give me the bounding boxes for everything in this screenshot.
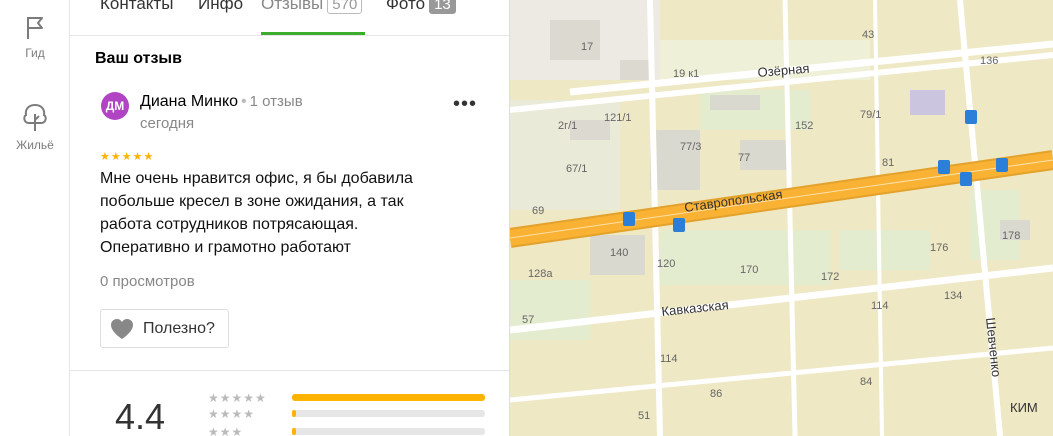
map[interactable]: Ставропольская Озёрная Кавказская Шевчен… — [510, 0, 1053, 436]
house-number: 69 — [532, 205, 544, 217]
rail-label-guide: Гид — [25, 46, 45, 60]
useful-label: Полезно? — [143, 319, 215, 337]
tab-photo-label: Фото — [386, 0, 426, 13]
rating-row-stars: ★★★★ — [208, 407, 256, 421]
house-number: 77/3 — [680, 141, 701, 153]
house-number: 81 — [882, 157, 894, 169]
review-date: сегодня — [140, 115, 195, 132]
author-name[interactable]: Диана Минко — [140, 93, 238, 110]
useful-button[interactable]: Полезно? — [100, 309, 229, 348]
rating-bar-fill — [292, 410, 296, 417]
house-number: 17 — [581, 41, 593, 53]
house-number: 178 — [1002, 230, 1020, 242]
review-author-line: Диана Минко • 1 отзыв — [140, 93, 303, 111]
house-number: 79/1 — [860, 109, 881, 121]
rating-bar-fill — [292, 394, 485, 401]
rating-row-stars: ★★★ — [208, 425, 244, 436]
house-number: 51 — [638, 410, 650, 422]
house-number: 2г/1 — [558, 120, 577, 132]
house-number: 128а — [528, 268, 553, 280]
house-number: 170 — [740, 264, 758, 276]
author-review-count: 1 отзыв — [249, 93, 303, 110]
house-number: 57 — [522, 314, 534, 326]
avatar[interactable]: ДМ — [101, 92, 129, 120]
house-number: 86 — [710, 388, 722, 400]
house-number: 84 — [860, 376, 872, 388]
tab-reviews-count: 570 — [327, 0, 363, 14]
house-number: 114 — [871, 300, 889, 312]
tab-bar: Контакты Инфо Отзывы 570 Фото 13 — [70, 0, 509, 36]
review-views: 0 просмотров — [100, 273, 195, 290]
reviews-panel: Контакты Инфо Отзывы 570 Фото 13 Ваш отзыв… — [70, 0, 510, 436]
flag-icon — [27, 17, 43, 39]
house-number: 152 — [795, 120, 813, 132]
house-number: 136 — [980, 55, 998, 67]
active-tab-indicator — [261, 32, 365, 35]
tab-photo[interactable]: Фото 13 — [386, 0, 456, 14]
house-number: 120 — [657, 258, 675, 270]
tab-reviews-label: Отзывы — [261, 0, 324, 13]
rating-row-stars: ★★★★★ — [208, 391, 267, 405]
rating-bar — [292, 394, 485, 401]
heart-icon — [111, 318, 133, 339]
rail-label-housing: Жильё — [16, 138, 54, 152]
left-rail: Гид Жильё — [0, 0, 70, 436]
tab-photo-count: 13 — [429, 0, 456, 14]
rating-bar-fill — [292, 428, 296, 435]
rating-bar — [292, 410, 485, 417]
house-number: 172 — [821, 271, 839, 283]
house-number: 114 — [660, 353, 678, 365]
tab-info[interactable]: Инфо — [198, 0, 243, 14]
rail-item-guide[interactable]: Гид — [0, 14, 70, 60]
house-number: 121/1 — [604, 112, 632, 124]
house-number: 134 — [944, 290, 962, 302]
map-canvas[interactable]: Ставропольская Озёрная Кавказская Шевчен… — [510, 0, 1053, 436]
house-number: 19 к1 — [673, 68, 699, 80]
house-number: 176 — [930, 242, 948, 254]
tab-contacts[interactable]: Контакты — [100, 0, 173, 14]
house-number: 67/1 — [566, 163, 587, 175]
tree-icon — [23, 103, 47, 131]
house-number: 43 — [862, 29, 874, 41]
house-number: 140 — [610, 247, 628, 259]
tab-reviews[interactable]: Отзывы 570 — [261, 0, 363, 14]
author-separator: • — [241, 93, 247, 110]
rating-bar — [292, 428, 485, 435]
divider — [70, 370, 509, 371]
more-dots-icon[interactable]: ••• — [453, 94, 477, 114]
review-text: Мне очень нравится офис, я бы добавила п… — [100, 170, 413, 256]
street-kim: КИМ — [1010, 400, 1038, 415]
section-title: Ваш отзыв — [95, 50, 182, 67]
rating-value: 4.4 — [115, 396, 166, 436]
house-number: 77 — [738, 152, 750, 164]
review-stars: ★★★★★ — [100, 151, 155, 163]
rail-item-housing[interactable]: Жильё — [0, 102, 70, 152]
